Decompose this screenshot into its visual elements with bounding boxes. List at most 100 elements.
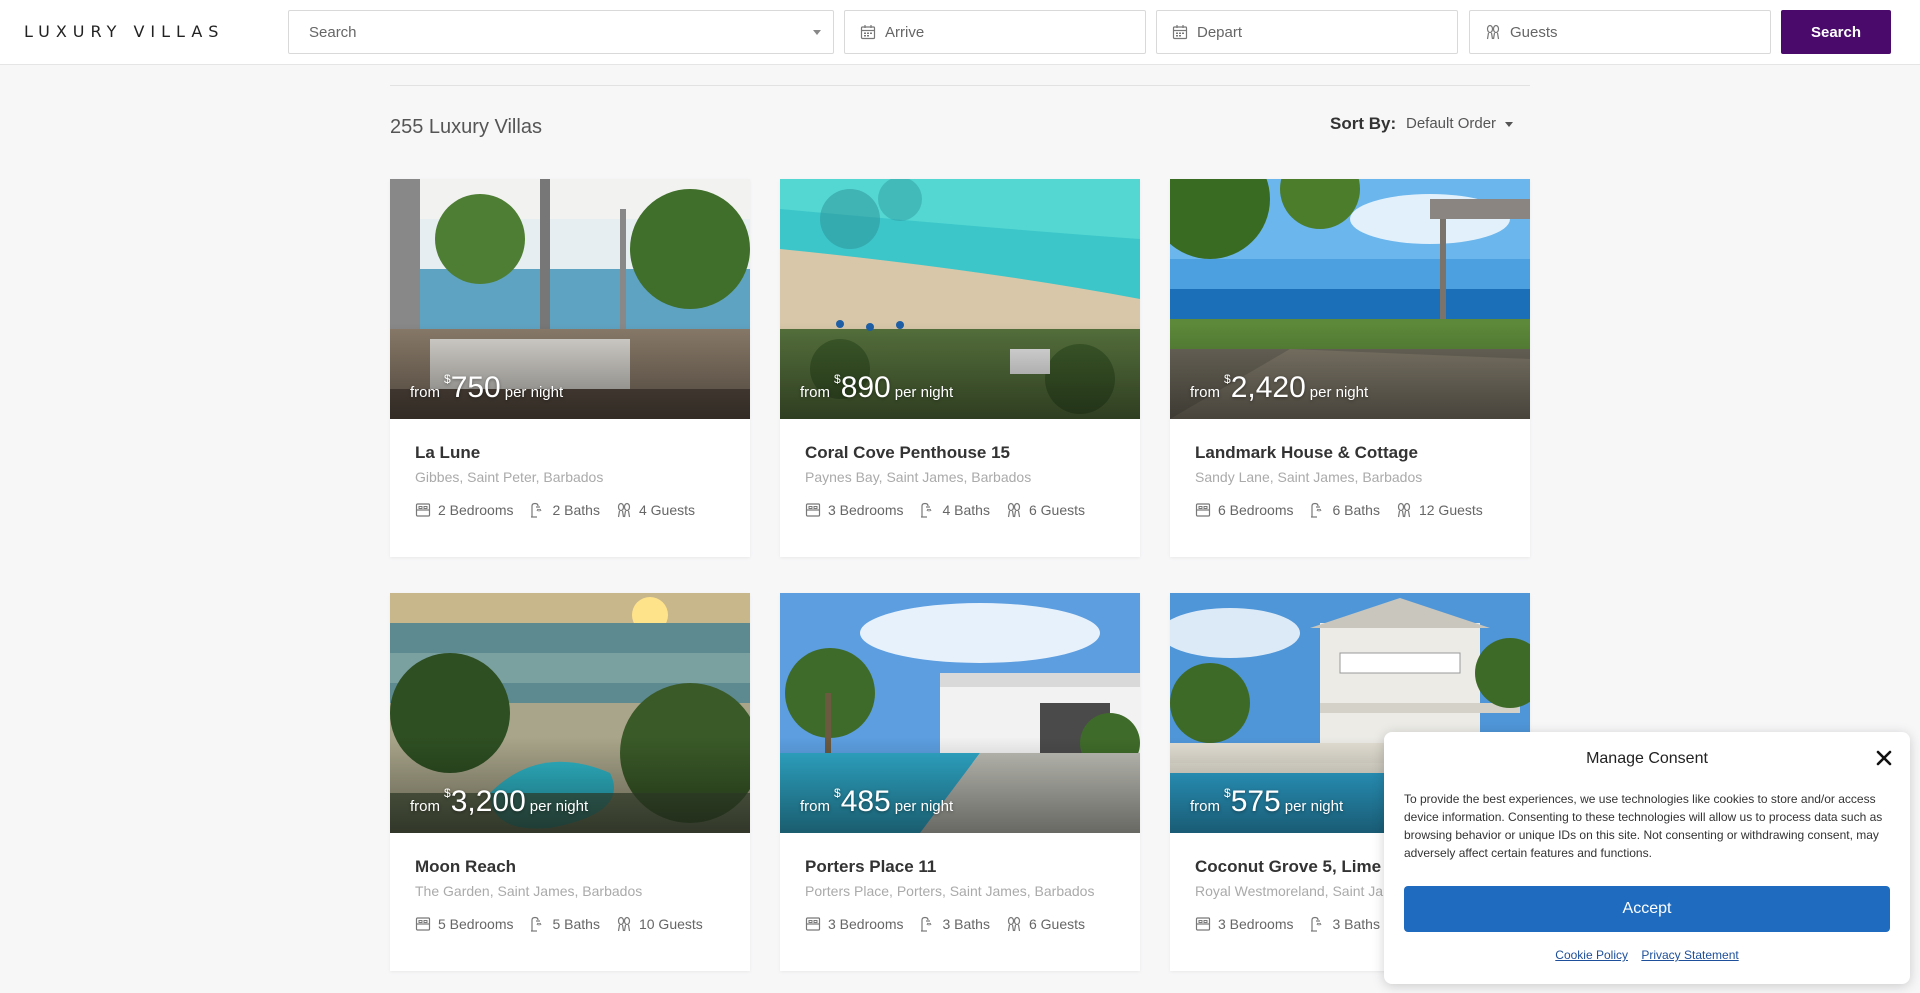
guests-label: 10 Guests [638,916,703,932]
villa-photo[interactable]: from $ 485 per night [780,593,1140,833]
price-currency: $ [834,372,841,386]
villa-photo[interactable]: from $ 890 per night [780,179,1140,419]
calendar-icon [1171,23,1189,41]
guests-field[interactable]: Guests [1469,10,1771,54]
bedrooms-label: 6 Bedrooms [1218,502,1294,518]
site-logo[interactable]: LUXURY VILLAS [24,22,224,41]
guests-label: 6 Guests [1028,916,1085,932]
guests-label: 6 Guests [1028,502,1085,518]
villa-location: Gibbes, Saint Peter, Barbados [415,469,604,485]
bed-icon [805,502,821,518]
bath-icon [529,916,545,932]
bed-icon [805,916,821,932]
baths-label: 3 Baths [1332,916,1380,932]
villa-price: from $ 750 per night [410,371,563,405]
bath-icon [919,502,935,518]
bath-icon [529,502,545,518]
baths-feature: 2 Baths [529,502,600,518]
villa-features: 3 Bedrooms 3 Baths 6 Guests [805,916,1101,932]
arrive-date-field[interactable]: Arrive [844,10,1146,54]
villa-card[interactable]: from $ 485 per night Porters Place 11 Po… [780,593,1140,971]
bedrooms-label: 3 Bedrooms [1218,916,1294,932]
villa-price: from $ 485 per night [800,785,953,819]
price-per-night: per night [504,384,564,401]
chevron-down-icon [813,30,821,35]
arrive-placeholder: Arrive [885,23,925,41]
search-button[interactable]: Search [1781,10,1891,54]
consent-links: Cookie Policy Privacy Statement [1384,948,1910,962]
villa-location: Sandy Lane, Saint James, Barbados [1195,469,1423,485]
bath-icon [1309,502,1325,518]
sort-label: Sort By: [1330,114,1397,133]
price-per-night: per night [894,384,954,401]
guests-label: 4 Guests [638,502,695,518]
price-from: from [800,384,830,401]
guests-icon [616,502,632,518]
cookie-policy-link[interactable]: Cookie Policy [1555,948,1628,962]
guests-label: 12 Guests [1418,502,1483,518]
bed-icon [1195,916,1211,932]
price-per-night: per night [1284,798,1344,815]
consent-title: Manage Consent [1586,750,1708,767]
bedrooms-label: 3 Bedrooms [828,916,904,932]
baths-label: 2 Baths [552,502,600,518]
villa-photo[interactable]: from $ 2,420 per night [1170,179,1530,419]
villa-name[interactable]: La Lune [415,443,480,463]
villa-card[interactable]: from $ 750 per night La Lune Gibbes, Sai… [390,179,750,557]
price-from: from [800,798,830,815]
baths-label: 3 Baths [942,916,990,932]
villa-photo[interactable]: from $ 3,200 per night [390,593,750,833]
villa-card[interactable]: from $ 3,200 per night Moon Reach The Ga… [390,593,750,971]
price-amount: 485 [840,785,891,818]
depart-placeholder: Depart [1197,23,1243,41]
villa-name[interactable]: Coral Cove Penthouse 15 [805,443,1010,463]
bath-icon [919,916,935,932]
accept-button[interactable]: Accept [1404,886,1890,932]
price-per-night: per night [894,798,954,815]
guests-icon [1006,916,1022,932]
bedrooms-label: 3 Bedrooms [828,502,904,518]
villa-price: from $ 2,420 per night [1190,371,1368,405]
price-amount: 890 [840,371,891,404]
villa-location: Paynes Bay, Saint James, Barbados [805,469,1032,485]
search-dropdown[interactable]: Search [288,10,834,54]
results-count: 255 Luxury Villas [390,116,542,138]
price-amount: 750 [450,371,501,404]
bedrooms-feature: 2 Bedrooms [415,502,513,518]
guests-icon [616,916,632,932]
bed-icon [415,502,431,518]
villa-name[interactable]: Porters Place 11 [805,857,936,877]
chevron-down-icon[interactable] [1505,122,1513,127]
price-currency: $ [444,786,451,800]
villa-name[interactable]: Moon Reach [415,857,516,877]
villa-features: 6 Bedrooms 6 Baths 12 Guests [1195,502,1499,518]
bedrooms-feature: 3 Bedrooms [805,916,903,932]
consent-body: To provide the best experiences, we use … [1404,792,1883,860]
villa-price: from $ 575 per night [1190,785,1343,819]
guests-feature: 6 Guests [1006,502,1085,518]
guests-feature: 10 Guests [616,916,703,932]
divider [390,85,1530,86]
price-currency: $ [834,786,841,800]
villa-card[interactable]: from $ 890 per night Coral Cove Penthous… [780,179,1140,557]
villa-features: 5 Bedrooms 5 Baths 10 Guests [415,916,719,932]
privacy-statement-link[interactable]: Privacy Statement [1641,948,1738,962]
baths-feature: 3 Baths [1309,916,1380,932]
villa-price: from $ 890 per night [800,371,953,405]
baths-label: 4 Baths [942,502,990,518]
close-icon[interactable] [1874,748,1894,768]
villa-name[interactable]: Landmark House & Cottage [1195,443,1418,463]
price-from: from [1190,384,1220,401]
price-currency: $ [1224,372,1231,386]
price-currency: $ [444,372,451,386]
sort-dropdown[interactable]: Default Order [1406,115,1496,132]
villa-features: 3 Bedrooms 4 Baths 6 Guests [805,502,1101,518]
bedrooms-feature: 3 Bedrooms [1195,916,1293,932]
villa-photo[interactable]: from $ 750 per night [390,179,750,419]
site-header: LUXURY VILLAS Search Arrive Depart Guest… [0,0,1920,65]
baths-feature: 6 Baths [1309,502,1380,518]
search-placeholder: Search [309,23,357,41]
bed-icon [1195,502,1211,518]
villa-card[interactable]: from $ 2,420 per night Landmark House & … [1170,179,1530,557]
depart-date-field[interactable]: Depart [1156,10,1458,54]
